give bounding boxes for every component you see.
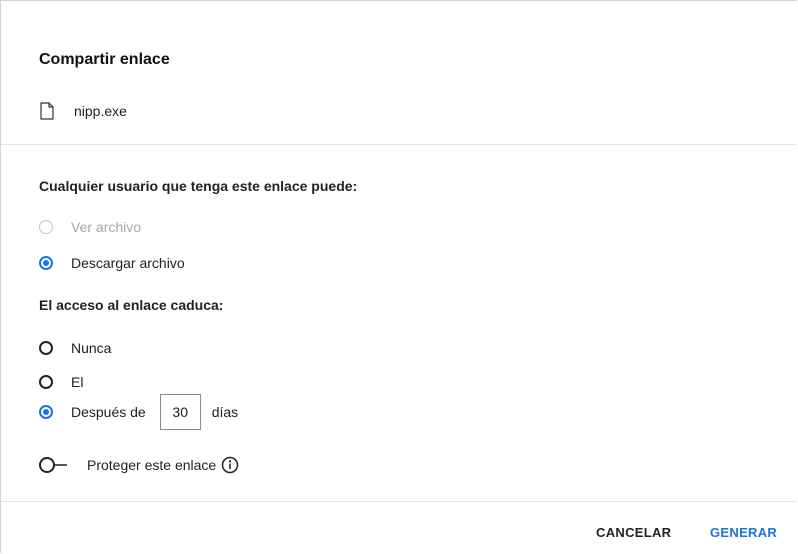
info-icon[interactable] (221, 456, 239, 474)
divider (1, 501, 797, 502)
radio-button[interactable] (39, 220, 53, 234)
file-icon (39, 102, 55, 120)
radio-button[interactable] (39, 405, 53, 419)
radio-label: Descargar archivo (71, 255, 185, 271)
radio-label: Ver archivo (71, 219, 142, 235)
radio-button[interactable] (39, 341, 53, 355)
generate-button[interactable]: GENERAR (710, 525, 777, 540)
expiry-label: El acceso al enlace caduca: (39, 297, 224, 313)
radio-label: Después de (71, 404, 146, 420)
radio-label: Nunca (71, 340, 112, 356)
days-input[interactable]: 30 (159, 394, 201, 430)
divider (1, 144, 797, 145)
radio-view-file[interactable]: Ver archivo (39, 219, 141, 235)
radio-after-days[interactable]: Después de 30 días (39, 394, 238, 430)
radio-button[interactable] (39, 375, 53, 389)
radio-on-date[interactable]: El (39, 374, 83, 390)
radio-label: El (71, 374, 84, 390)
radio-button[interactable] (39, 256, 53, 270)
radio-download-file[interactable]: Descargar archivo (39, 255, 185, 271)
file-name: nipp.exe (74, 103, 127, 119)
file-row: nipp.exe (39, 102, 127, 120)
permissions-label: Cualquier usuario que tenga este enlace … (39, 178, 358, 194)
dialog-title: Compartir enlace (39, 51, 170, 68)
share-link-dialog: Compartir enlace nipp.exe Cualquier usua… (0, 0, 797, 553)
radio-never[interactable]: Nunca (39, 340, 111, 356)
days-suffix: días (211, 404, 239, 420)
protect-link-toggle[interactable] (39, 457, 69, 473)
toggle-knob (39, 457, 55, 473)
protect-link-label: Proteger este enlace (87, 457, 217, 473)
protect-link-row: Proteger este enlace (39, 456, 239, 474)
cancel-button[interactable]: CANCELAR (596, 525, 671, 540)
